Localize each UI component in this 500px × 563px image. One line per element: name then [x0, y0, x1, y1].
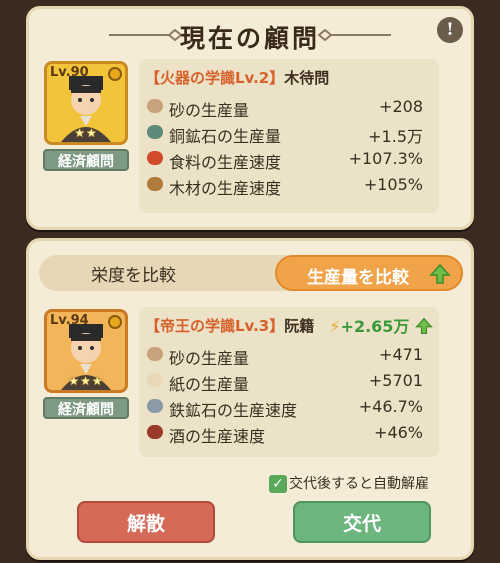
- stat-label: 紙の生産量: [169, 375, 250, 394]
- bolt-icon: ⚡: [329, 317, 341, 336]
- iron-ore-icon: [147, 399, 163, 413]
- stat-label: 砂の生産量: [169, 101, 250, 120]
- stat-value: +46%: [374, 423, 423, 442]
- arrow-up-icon: [415, 317, 433, 334]
- compare-tabs: 栄度を比較 生産量を比較: [39, 255, 463, 291]
- candidate-advisor-panel: 栄度を比較 生産量を比較 Lv.94 ★★★ 経済顧問 【帝王の学識Lv.3】阮…: [26, 238, 474, 560]
- star-rating: ★★: [74, 126, 98, 140]
- coin-icon: [108, 67, 122, 81]
- stat-row: 銅鉱石の生産量 +1.5万: [147, 121, 423, 146]
- sand-icon: [147, 99, 163, 113]
- tab-label: 生産量を比較: [307, 268, 409, 288]
- stat-value: +46.7%: [358, 397, 423, 416]
- stat-value: +471: [379, 345, 423, 364]
- role-badge: 経済顧問: [43, 149, 129, 171]
- stat-value: +5701: [368, 371, 423, 390]
- wine-icon: [147, 425, 163, 439]
- level-label: Lv.94: [50, 313, 89, 328]
- stat-row: 砂の生産量 +208: [147, 95, 423, 120]
- tab-compare-prosperity[interactable]: 栄度を比較: [91, 261, 176, 286]
- wood-icon: [147, 177, 163, 191]
- arrow-up-icon: [429, 263, 451, 284]
- tab-compare-production[interactable]: 生産量を比較: [275, 255, 463, 291]
- gain-value: +2.65万: [340, 317, 410, 336]
- stat-value: +107.3%: [348, 149, 423, 168]
- stat-row: 砂の生産量 +471: [147, 343, 423, 368]
- food-icon: [147, 151, 163, 165]
- stat-label: 銅鉱石の生産量: [169, 127, 282, 146]
- candidate-advisor-stats: 【帝王の学識Lv.3】阮籍 ⚡+2.65万 砂の生産量 +471 紙の生産量 +…: [139, 307, 439, 457]
- role-badge: 経済顧問: [43, 397, 129, 419]
- candidate-advisor-card[interactable]: Lv.94 ★★★ 経済顧問: [41, 309, 131, 419]
- skill-title: 【帝王の学識Lv.3】阮籍: [145, 315, 314, 336]
- stat-value: +105%: [363, 175, 423, 194]
- info-icon[interactable]: !: [437, 17, 463, 43]
- skill-name: 【火器の学識Lv.2】: [145, 69, 285, 87]
- stat-label: 食料の生産速度: [169, 153, 282, 172]
- star-rating: ★★★: [68, 374, 104, 388]
- stat-row: 食料の生産速度 +107.3%: [147, 147, 423, 172]
- avatar: Lv.90 ★★: [44, 61, 128, 145]
- paper-icon: [147, 373, 163, 387]
- title-ornament-right-icon: [317, 29, 391, 41]
- coin-icon: [108, 315, 122, 329]
- current-advisor-stats: 【火器の学識Lv.2】木待問 砂の生産量 +208 銅鉱石の生産量 +1.5万 …: [139, 59, 439, 213]
- stat-label: 酒の生産速度: [169, 427, 266, 446]
- stat-label: 木材の生産速度: [169, 179, 282, 198]
- current-advisor-panel: 現在の顧問 ! Lv.90 ★★ 経済顧問 【火器の学識Lv.2】木待問 砂の生…: [26, 6, 474, 230]
- advisor-name: 木待問: [284, 69, 330, 87]
- avatar: Lv.94 ★★★: [44, 309, 128, 393]
- stat-label: 鉄鉱石の生産速度: [169, 401, 298, 420]
- stat-row: 鉄鉱石の生産速度 +46.7%: [147, 395, 423, 420]
- advisor-name: 阮籍: [284, 317, 315, 335]
- auto-dismiss-label: 交代後すると自動解雇: [289, 476, 429, 492]
- swap-button[interactable]: 交代: [293, 501, 431, 543]
- production-gain: ⚡+2.65万: [329, 313, 433, 337]
- stat-value: +1.5万: [368, 127, 423, 146]
- skill-name: 【帝王の学識Lv.3】: [145, 317, 285, 335]
- stat-value: +208: [379, 97, 423, 116]
- auto-dismiss-option[interactable]: ✓ 交代後すると自動解雇: [269, 473, 429, 493]
- dismiss-button[interactable]: 解散: [77, 501, 215, 543]
- sand-icon: [147, 347, 163, 361]
- level-label: Lv.90: [50, 65, 89, 80]
- current-advisor-card[interactable]: Lv.90 ★★ 経済顧問: [41, 61, 131, 171]
- stat-label: 砂の生産量: [169, 349, 250, 368]
- checkbox-checked-icon[interactable]: ✓: [269, 475, 287, 493]
- page-title: 現在の顧問: [179, 24, 320, 53]
- copper-ore-icon: [147, 125, 163, 139]
- skill-title: 【火器の学識Lv.2】木待問: [145, 67, 329, 88]
- stat-row: 紙の生産量 +5701: [147, 369, 423, 394]
- stat-row: 木材の生産速度 +105%: [147, 173, 423, 198]
- stat-row: 酒の生産速度 +46%: [147, 421, 423, 446]
